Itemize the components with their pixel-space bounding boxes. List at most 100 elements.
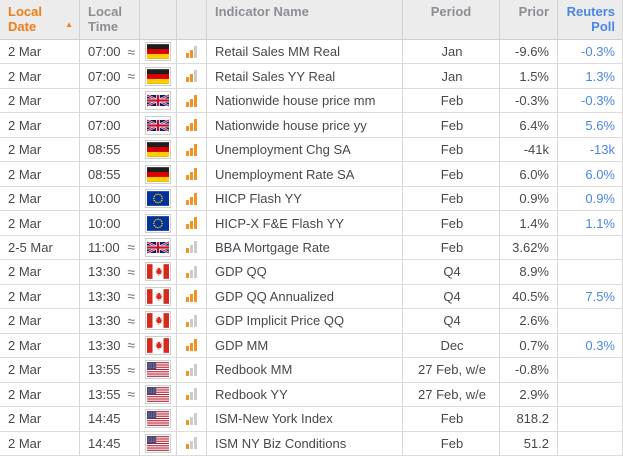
reuters-poll-value-cell: -13k xyxy=(558,138,623,161)
importance-bars-icon xyxy=(186,46,197,58)
column-header-local-date[interactable]: Local Date ▲ xyxy=(0,0,80,39)
table-body: 2 Mar 07:00 ≈ Retail Sales MM Real Jan -… xyxy=(0,40,622,456)
table-row[interactable]: 2 Mar 07:00 ≈ Retail Sales MM Real Jan -… xyxy=(0,40,622,64)
canada-flag-icon xyxy=(145,287,171,306)
column-header-flag[interactable] xyxy=(140,0,177,39)
prior-value-cell: 1.5% xyxy=(500,64,558,87)
table-row[interactable]: 2 Mar 13:55 ≈ Redbook YY 27 Feb, w/e 2.9… xyxy=(0,383,622,407)
indicator-name-cell: ISM-New York Index xyxy=(207,407,403,430)
importance-bars-icon xyxy=(186,290,197,302)
local-date-cell: 2-5 Mar xyxy=(0,236,80,259)
reuters-poll-value-cell: 6.0% xyxy=(558,162,623,185)
table-row[interactable]: 2 Mar 08:55 Unemployment Chg SA Feb -41k… xyxy=(0,138,622,162)
germany-flag-icon xyxy=(145,42,171,61)
local-time-value: 07:00 xyxy=(88,44,121,59)
uk-flag-icon xyxy=(145,116,171,135)
local-time-value: 13:55 xyxy=(88,387,121,402)
table-row[interactable]: 2-5 Mar 11:00 ≈ BBA Mortgage Rate Feb 3.… xyxy=(0,236,622,260)
table-row[interactable]: 2 Mar 14:45 ISM-New York Index Feb 818.2 xyxy=(0,407,622,431)
column-header-prior[interactable]: Prior xyxy=(500,0,558,39)
prior-value-cell: 8.9% xyxy=(500,260,558,283)
indicator-name-cell: GDP Implicit Price QQ xyxy=(207,309,403,332)
local-date-cell: 2 Mar xyxy=(0,113,80,136)
local-date-cell: 2 Mar xyxy=(0,309,80,332)
prior-value-cell: 0.7% xyxy=(500,334,558,357)
reuters-poll-value-cell xyxy=(558,309,623,332)
approx-time-icon: ≈ xyxy=(127,362,135,378)
reuters-poll-value-cell xyxy=(558,432,623,455)
local-date-cell: 2 Mar xyxy=(0,162,80,185)
local-time-value: 13:30 xyxy=(88,289,121,304)
table-row[interactable]: 2 Mar 13:30 ≈ GDP QQ Annualized Q4 40.5%… xyxy=(0,285,622,309)
local-time-value: 07:00 xyxy=(88,93,121,108)
canada-flag-icon xyxy=(145,311,171,330)
indicator-name-cell: Unemployment Rate SA xyxy=(207,162,403,185)
column-header-reuters-poll[interactable]: Reuters Poll xyxy=(558,0,623,39)
importance-bars-icon xyxy=(186,364,197,376)
reuters-poll-value-cell: -0.3% xyxy=(558,40,623,63)
table-row[interactable]: 2 Mar 10:00 HICP-X F&E Flash YY Feb 1.4%… xyxy=(0,211,622,235)
local-date-cell: 2 Mar xyxy=(0,64,80,87)
table-row[interactable]: 2 Mar 13:30 ≈ GDP Implicit Price QQ Q4 2… xyxy=(0,309,622,333)
sort-ascending-icon: ▲ xyxy=(65,17,73,32)
reuters-poll-value-cell xyxy=(558,358,623,381)
table-row[interactable]: 2 Mar 07:00 Nationwide house price yy Fe… xyxy=(0,113,622,137)
table-row[interactable]: 2 Mar 10:00 HICP Flash YY Feb 0.9% 0.9% xyxy=(0,187,622,211)
approx-time-icon: ≈ xyxy=(127,264,135,280)
local-date-cell: 2 Mar xyxy=(0,260,80,283)
period-cell: Q4 xyxy=(403,285,500,308)
local-time-value: 07:00 xyxy=(88,69,121,84)
local-date-cell: 2 Mar xyxy=(0,187,80,210)
period-cell: Jan xyxy=(403,64,500,87)
table-row[interactable]: 2 Mar 14:45 ISM NY Biz Conditions Feb 51… xyxy=(0,432,622,456)
table-row[interactable]: 2 Mar 13:55 ≈ Redbook MM 27 Feb, w/e -0.… xyxy=(0,358,622,382)
column-header-importance[interactable] xyxy=(177,0,207,39)
reuters-poll-value-cell: 1.3% xyxy=(558,64,623,87)
indicator-name-cell: BBA Mortgage Rate xyxy=(207,236,403,259)
importance-bars-icon xyxy=(186,168,197,180)
importance-bars-icon xyxy=(186,437,197,449)
prior-value-cell: 6.4% xyxy=(500,113,558,136)
eu-flag-icon xyxy=(145,214,171,233)
reuters-poll-value-cell xyxy=(558,236,623,259)
local-time-value: 10:00 xyxy=(88,216,121,231)
importance-bars-icon xyxy=(186,315,197,327)
usa-flag-icon xyxy=(145,434,171,453)
local-time-value: 08:55 xyxy=(88,167,121,182)
period-cell: Q4 xyxy=(403,260,500,283)
prior-value-cell: -0.8% xyxy=(500,358,558,381)
column-header-indicator-name[interactable]: Indicator Name xyxy=(207,0,403,39)
table-row[interactable]: 2 Mar 13:30 ≈ GDP MM Dec 0.7% 0.3% xyxy=(0,334,622,358)
period-cell: Q4 xyxy=(403,309,500,332)
usa-flag-icon xyxy=(145,385,171,404)
approx-time-icon: ≈ xyxy=(127,288,135,304)
column-header-period[interactable]: Period xyxy=(403,0,500,39)
table-row[interactable]: 2 Mar 07:00 Nationwide house price mm Fe… xyxy=(0,89,622,113)
local-date-cell: 2 Mar xyxy=(0,358,80,381)
reuters-poll-value-cell xyxy=(558,260,623,283)
table-row[interactable]: 2 Mar 08:55 Unemployment Rate SA Feb 6.0… xyxy=(0,162,622,186)
indicator-name-cell: GDP MM xyxy=(207,334,403,357)
prior-value-cell: -9.6% xyxy=(500,40,558,63)
local-time-value: 14:45 xyxy=(88,411,121,426)
column-header-local-time[interactable]: Local Time xyxy=(80,0,140,39)
local-time-value: 13:30 xyxy=(88,313,121,328)
prior-value-cell: 51.2 xyxy=(500,432,558,455)
indicator-name-cell: Redbook YY xyxy=(207,383,403,406)
period-cell: Jan xyxy=(403,40,500,63)
importance-bars-icon xyxy=(186,193,197,205)
indicator-name-cell: HICP Flash YY xyxy=(207,187,403,210)
period-cell: Feb xyxy=(403,89,500,112)
indicator-name-cell: Retail Sales MM Real xyxy=(207,40,403,63)
indicator-name-cell: HICP-X F&E Flash YY xyxy=(207,211,403,234)
table-header-row: Local Date ▲ Local Time Indicator Name P… xyxy=(0,0,622,40)
reuters-poll-value-cell: -0.3% xyxy=(558,89,623,112)
importance-bars-icon xyxy=(186,70,197,82)
prior-value-cell: 2.9% xyxy=(500,383,558,406)
table-row[interactable]: 2 Mar 13:30 ≈ GDP QQ Q4 8.9% xyxy=(0,260,622,284)
prior-value-cell: -0.3% xyxy=(500,89,558,112)
local-date-cell: 2 Mar xyxy=(0,334,80,357)
local-date-cell: 2 Mar xyxy=(0,383,80,406)
table-row[interactable]: 2 Mar 07:00 ≈ Retail Sales YY Real Jan 1… xyxy=(0,64,622,88)
prior-value-cell: -41k xyxy=(500,138,558,161)
